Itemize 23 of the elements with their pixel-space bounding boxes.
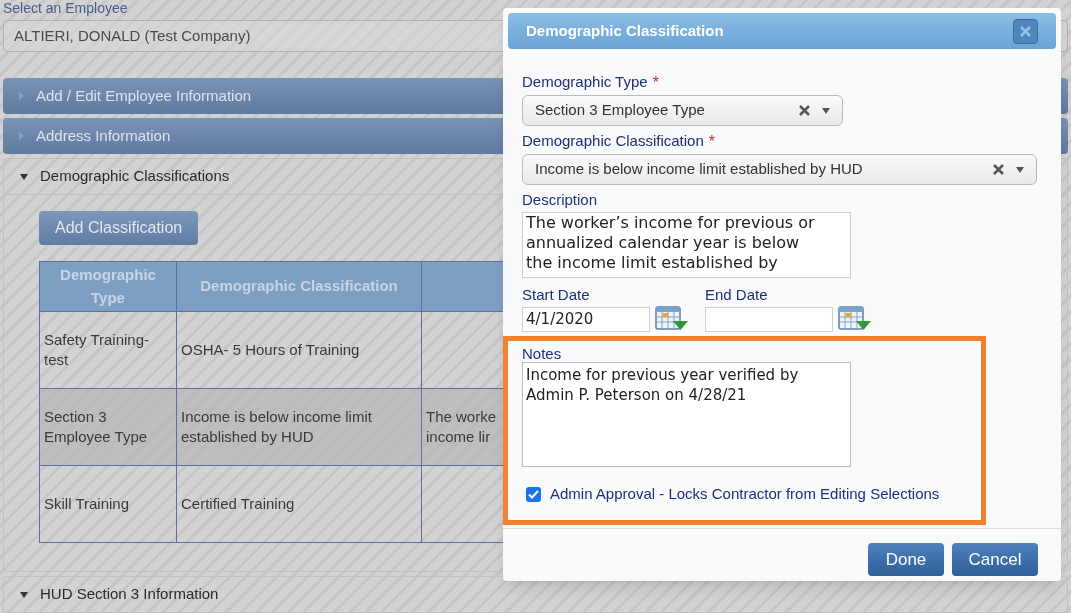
table-cell: OSHA- 5 Hours of Training — [181, 341, 360, 358]
table-cell: Income is below income limit established by HUD — [181, 408, 372, 445]
field-label: Start Date — [522, 284, 591, 305]
table-cell: Safety Training-test — [44, 331, 150, 368]
section-title: Demographic Classifications — [40, 166, 230, 187]
field-label: End Date — [705, 284, 769, 305]
column-header: Demographic Classification — [200, 277, 398, 295]
required-mark: * — [708, 132, 715, 152]
field-label: Demographic Type — [522, 72, 648, 92]
column-header: Demographic Type — [60, 266, 156, 306]
field-label: Demographic Classification — [522, 131, 704, 151]
dialog-title: Demographic Classification — [526, 20, 725, 41]
field-label: Select an Employee — [3, 0, 129, 16]
table-cell: The worke income lir — [426, 408, 497, 445]
field-label: Description — [522, 190, 599, 210]
table-cell: Skill Training — [44, 495, 130, 512]
field-label: Notes — [522, 346, 563, 362]
section-title: Add / Edit Employee Information — [36, 85, 252, 106]
table-cell: Certified Training — [181, 495, 295, 512]
section-title: HUD Section 3 Information — [40, 584, 219, 605]
required-mark: * — [652, 73, 659, 93]
section-title: Address Information — [36, 125, 171, 146]
table-cell: Section 3 Employee Type — [44, 408, 148, 445]
